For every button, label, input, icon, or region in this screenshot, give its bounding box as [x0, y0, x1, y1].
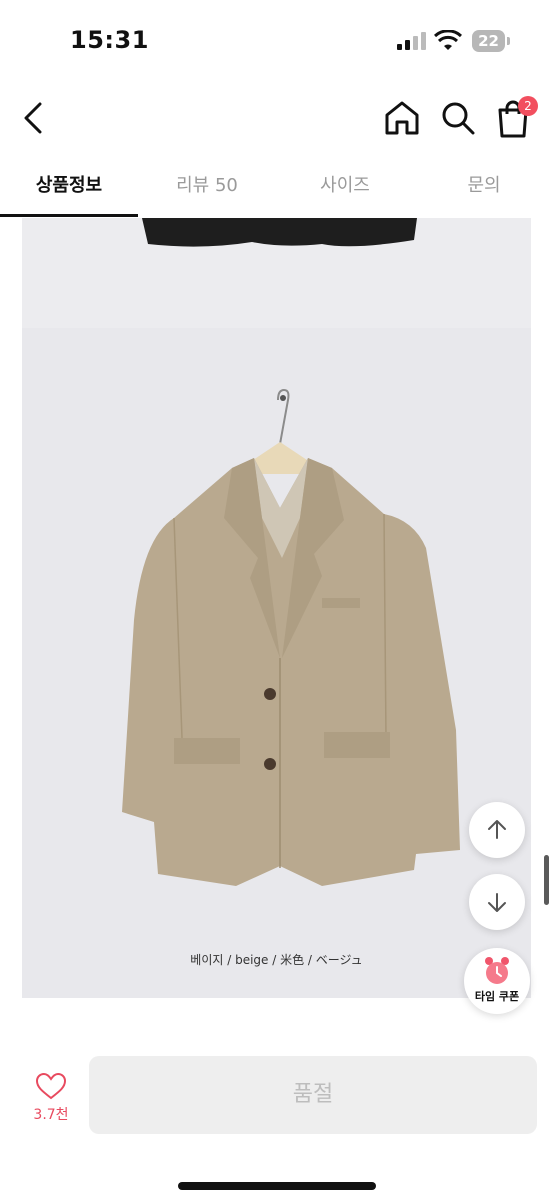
arrow-up-icon [488, 820, 506, 839]
product-caption: 베이지 / beige / 米色 / ベージュ [190, 953, 363, 967]
battery-level: 22 [478, 32, 499, 50]
status-time: 15:31 [70, 26, 149, 54]
arrow-down-icon [488, 893, 506, 912]
time-coupon-button[interactable]: 타임 쿠폰 [464, 948, 530, 1014]
signal-icon [397, 32, 426, 50]
scroll-up-button[interactable] [469, 802, 525, 858]
status-bar: 15:31 22 [0, 0, 554, 80]
jacket-illustration [22, 218, 531, 886]
like-button[interactable]: 3.7천 [24, 1072, 78, 1128]
bottom-bar: 3.7천 품절 [0, 1040, 554, 1200]
product-image: 베이지 / beige / 米色 / ベージュ [22, 218, 531, 998]
soldout-button[interactable]: 품절 [89, 1056, 537, 1134]
tab-indicator [0, 214, 138, 217]
wifi-icon [434, 30, 462, 50]
tab-product-info[interactable]: 상품정보 [0, 160, 138, 218]
battery-icon: 22 [472, 30, 510, 52]
scroll-down-button[interactable] [469, 874, 525, 930]
heart-icon [35, 1072, 67, 1100]
scroll-indicator[interactable] [544, 855, 549, 905]
tab-reviews[interactable]: 리뷰 50 [138, 160, 276, 218]
search-icon[interactable] [438, 98, 478, 138]
tab-bar: 상품정보 리뷰 50 사이즈 문의 [0, 160, 554, 218]
cart-button[interactable]: 2 [494, 96, 540, 140]
tab-size[interactable]: 사이즈 [276, 160, 414, 218]
alarm-clock-icon [485, 957, 509, 984]
cart-badge: 2 [518, 96, 538, 116]
tab-inquiry[interactable]: 문의 [414, 160, 554, 218]
home-icon[interactable] [382, 98, 422, 138]
home-indicator [178, 1182, 376, 1190]
coupon-label: 타임 쿠폰 [474, 990, 520, 1003]
back-icon[interactable] [18, 98, 50, 138]
like-count: 3.7천 [33, 1107, 69, 1123]
top-nav: 2 [0, 80, 554, 156]
